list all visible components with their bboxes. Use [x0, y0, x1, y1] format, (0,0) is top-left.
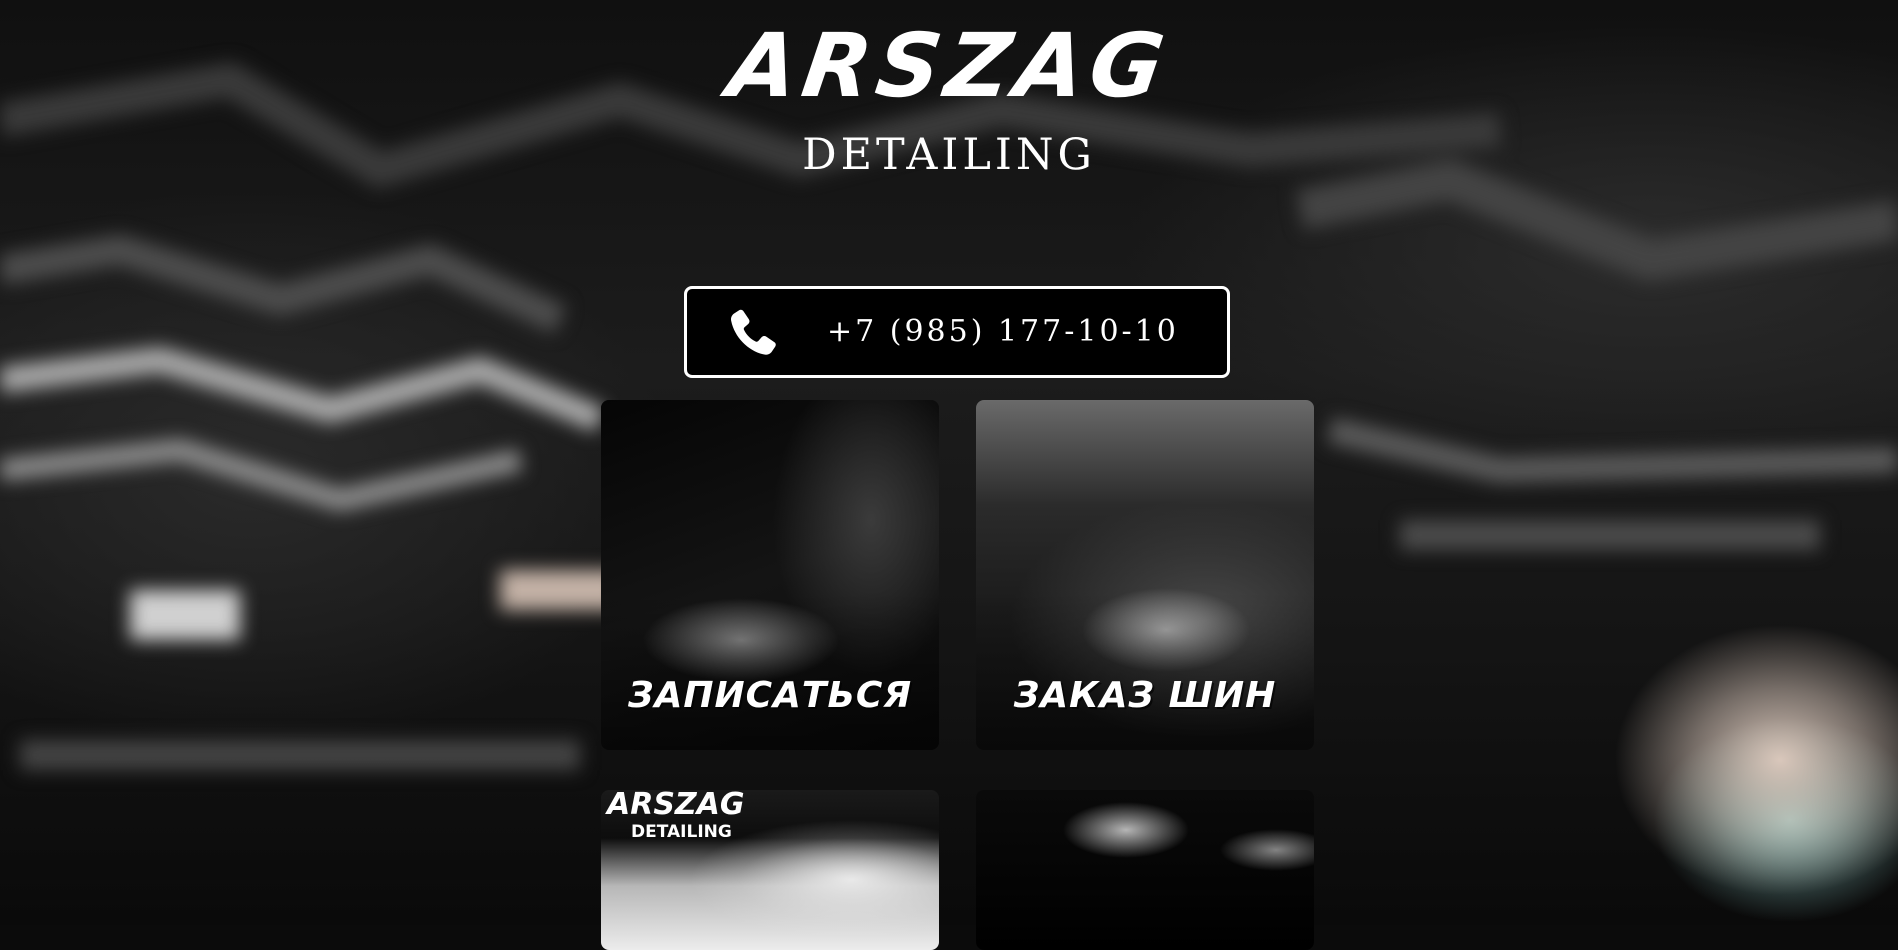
- card-label: ЗАКАЗ ШИН: [1013, 675, 1277, 716]
- garage-sign-sub: DETAILING: [631, 822, 732, 842]
- card-garage[interactable]: ARSZAG DETAILING: [601, 790, 939, 950]
- garage-sign-logo: ARSZAG: [607, 790, 745, 822]
- card-glossy-car[interactable]: [976, 790, 1314, 950]
- logo-detailing: DETAILING: [802, 130, 1096, 180]
- glossy-car-photo: [976, 790, 1314, 950]
- card-order-tires[interactable]: ЗАКАЗ ШИН: [976, 400, 1314, 750]
- phone-number: +7 (985) 177-10-10: [827, 314, 1179, 349]
- card-book-appointment[interactable]: ЗАПИСАТЬСЯ: [601, 400, 939, 750]
- phone-icon: [731, 309, 776, 355]
- phone-call-button[interactable]: +7 (985) 177-10-10: [684, 286, 1230, 378]
- logo-arszag: ARSZAG: [722, 14, 1176, 117]
- card-label: ЗАПИСАТЬСЯ: [627, 675, 913, 716]
